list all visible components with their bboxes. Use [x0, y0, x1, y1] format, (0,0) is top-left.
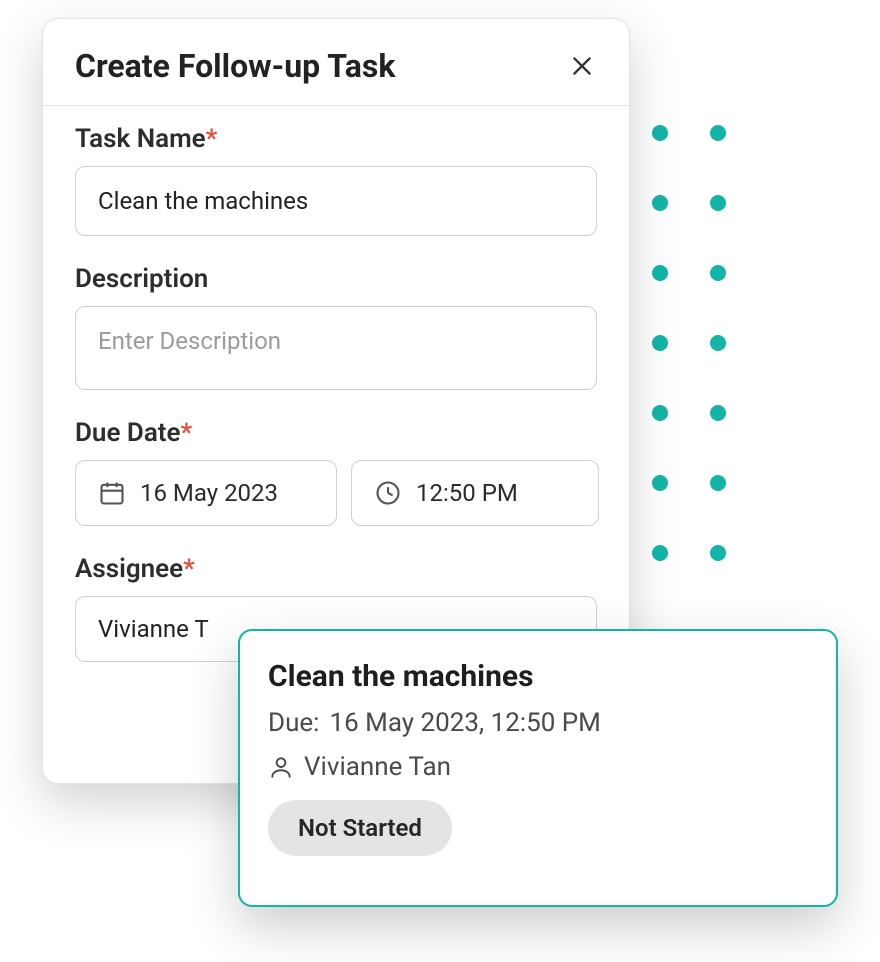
decorative-dot — [710, 195, 726, 211]
close-button[interactable] — [563, 47, 601, 85]
task-name-label: Task Name* — [75, 124, 597, 154]
status-badge: Not Started — [268, 800, 452, 856]
assignee-label: Assignee* — [75, 554, 597, 584]
task-card-title: Clean the machines — [268, 659, 808, 694]
decorative-dot — [710, 545, 726, 561]
time-value: 12:50 PM — [416, 479, 518, 507]
decorative-dot — [710, 405, 726, 421]
modal-title: Create Follow-up Task — [75, 47, 395, 85]
decorative-dot — [710, 125, 726, 141]
description-label: Description — [75, 264, 597, 294]
decorative-dot — [652, 545, 668, 561]
modal-header: Create Follow-up Task — [43, 19, 629, 106]
due-date-label: Due Date* — [75, 418, 597, 448]
task-card-due-prefix: Due: — [268, 708, 319, 738]
date-value: 16 May 2023 — [140, 479, 278, 507]
required-marker: * — [183, 554, 195, 584]
assignee-label-text: Assignee — [75, 554, 183, 584]
calendar-icon — [98, 479, 126, 507]
task-summary-card[interactable]: Clean the machines Due: 16 May 2023, 12:… — [238, 629, 838, 907]
due-date-field: Due Date* 16 May 2023 12:50 PM — [75, 418, 597, 526]
description-field: Description Enter Description — [75, 264, 597, 390]
task-name-label-text: Task Name — [75, 124, 206, 154]
task-card-assignee-line: Vivianne Tan — [268, 752, 808, 782]
decorative-dot — [652, 405, 668, 421]
assignee-value: Vivianne T — [98, 615, 209, 643]
decorative-dot-grid — [652, 125, 726, 561]
decorative-dot — [710, 265, 726, 281]
close-icon — [569, 53, 595, 79]
decorative-dot — [710, 335, 726, 351]
modal-body: Task Name* Clean the machines Descriptio… — [43, 106, 629, 662]
date-picker[interactable]: 16 May 2023 — [75, 460, 337, 526]
task-name-value: Clean the machines — [98, 187, 308, 215]
clock-icon — [374, 479, 402, 507]
task-card-due: Due: 16 May 2023, 12:50 PM — [268, 708, 808, 738]
person-icon — [268, 754, 294, 780]
decorative-dot — [652, 475, 668, 491]
task-card-assignee: Vivianne Tan — [304, 752, 451, 782]
decorative-dot — [652, 195, 668, 211]
task-name-input[interactable]: Clean the machines — [75, 166, 597, 236]
description-input[interactable]: Enter Description — [75, 306, 597, 390]
decorative-dot — [652, 265, 668, 281]
task-name-field: Task Name* Clean the machines — [75, 124, 597, 236]
decorative-dot — [652, 335, 668, 351]
decorative-dot — [652, 125, 668, 141]
time-picker[interactable]: 12:50 PM — [351, 460, 599, 526]
task-card-due-value: 16 May 2023, 12:50 PM — [329, 708, 600, 738]
decorative-dot — [710, 475, 726, 491]
required-marker: * — [206, 124, 218, 154]
required-marker: * — [181, 418, 193, 448]
description-placeholder: Enter Description — [98, 327, 281, 355]
due-date-label-text: Due Date — [75, 418, 181, 448]
